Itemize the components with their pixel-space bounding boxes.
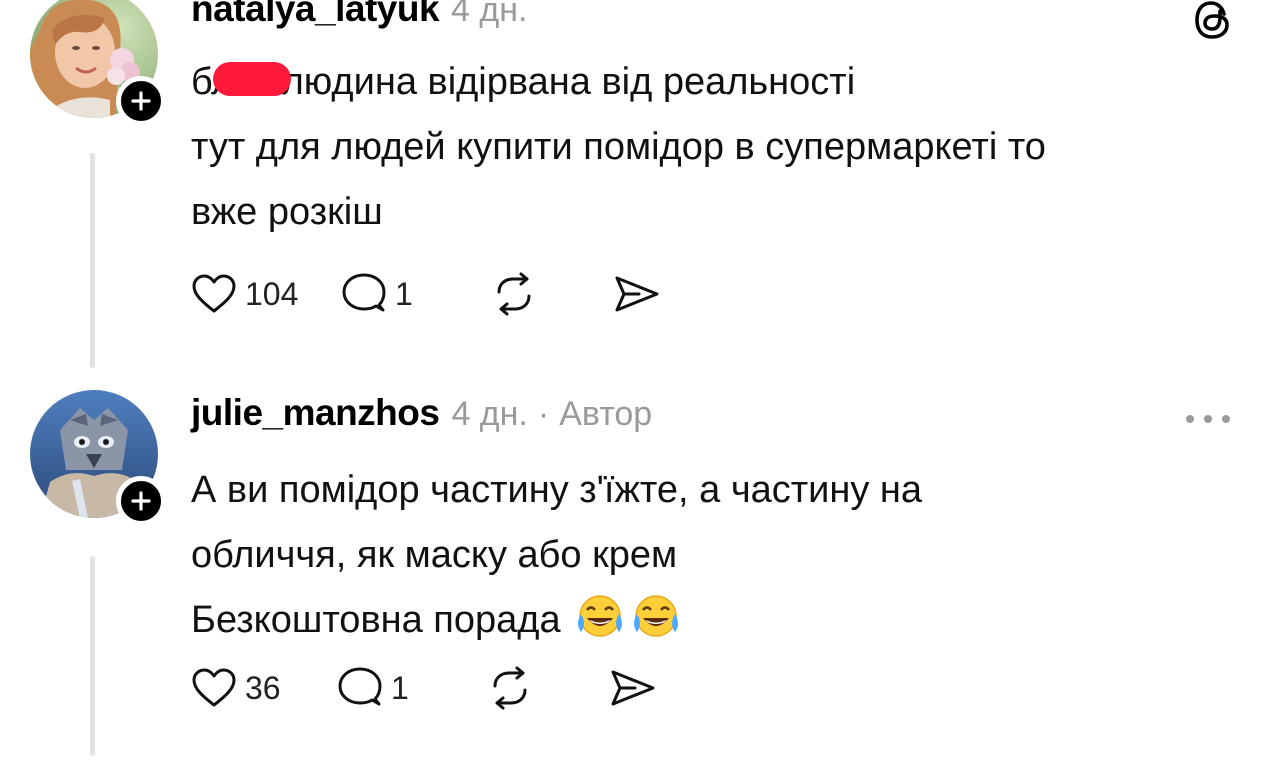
send-icon xyxy=(611,670,655,706)
comment-julie: julie_manzhos 4 дн. · Автор А ви помідор… xyxy=(0,380,1280,778)
tears-of-joy-emoji xyxy=(631,594,681,661)
comment-line-2: тут для людей купити помідор в супермарк… xyxy=(191,126,1046,168)
share-button[interactable] xyxy=(609,668,657,708)
censor-mark xyxy=(213,62,291,96)
username[interactable]: natalya_latyuk xyxy=(191,0,440,30)
repost-icon xyxy=(493,666,527,710)
timestamp: 4 дн. xyxy=(451,395,528,433)
comment-line-3: вже розкіш xyxy=(191,191,383,233)
more-options-icon[interactable] xyxy=(1184,412,1232,430)
like-count: 104 xyxy=(245,275,299,312)
comment-header: natalya_latyuk 4 дн. xyxy=(191,0,527,30)
repost-button[interactable] xyxy=(487,666,609,710)
comment-line-3: Безкоштовна порада xyxy=(191,588,1251,661)
share-button[interactable] xyxy=(613,274,661,314)
censored-word: бл xyxy=(191,50,291,115)
comment-text-rest: ь людина відірвана від реальності xyxy=(251,61,856,103)
comment-body: А ви помідор частину з'їжте, а частину н… xyxy=(191,458,1251,661)
username[interactable]: julie_manzhos xyxy=(191,392,440,434)
thread-line xyxy=(90,556,95,756)
comment-line-1: А ви помідор частину з'їжте, а частину н… xyxy=(191,469,923,511)
thread-line xyxy=(90,153,95,368)
threads-logo-icon[interactable] xyxy=(1194,0,1232,45)
repost-icon xyxy=(497,272,531,316)
reply-count: 1 xyxy=(391,669,409,706)
comment-natalya: natalya_latyuk 4 дн. бл ь людина відірван… xyxy=(0,0,1280,372)
repost-button[interactable] xyxy=(491,272,613,316)
reply-button[interactable]: 1 xyxy=(337,666,487,710)
comment-line-2: обличчя, як маску або крем xyxy=(191,534,678,576)
threads-replies-view: natalya_latyuk 4 дн. бл ь людина відірван… xyxy=(0,0,1280,778)
heart-icon xyxy=(192,274,236,313)
send-icon xyxy=(615,276,659,312)
reply-count: 1 xyxy=(395,275,413,312)
comment-line-1: бл ь людина відірвана від реальності xyxy=(191,50,1251,115)
tears-of-joy-emoji xyxy=(575,594,625,661)
follow-button[interactable] xyxy=(116,476,166,526)
follow-button[interactable] xyxy=(116,76,166,126)
author-badge: Автор xyxy=(559,395,653,433)
action-bar: 104 1 xyxy=(191,272,661,316)
comment-text: Безкоштовна порада xyxy=(191,599,561,641)
comment-body: бл ь людина відірвана від реальності тут … xyxy=(191,50,1251,245)
like-button[interactable]: 104 xyxy=(191,273,341,315)
comment-bubble-icon xyxy=(338,667,382,706)
comment-header: julie_manzhos 4 дн. · Автор xyxy=(191,392,652,434)
reply-button[interactable]: 1 xyxy=(341,272,491,316)
like-count: 36 xyxy=(245,669,281,706)
action-bar: 36 1 xyxy=(191,666,657,710)
plus-icon xyxy=(131,491,151,511)
meta-separator: · xyxy=(537,395,550,433)
timestamp: 4 дн. xyxy=(451,0,528,29)
avatar-container xyxy=(30,0,166,126)
comment-bubble-icon xyxy=(342,273,386,312)
avatar-container xyxy=(30,390,166,526)
like-button[interactable]: 36 xyxy=(191,667,337,709)
heart-icon xyxy=(192,668,236,707)
plus-icon xyxy=(131,91,151,111)
